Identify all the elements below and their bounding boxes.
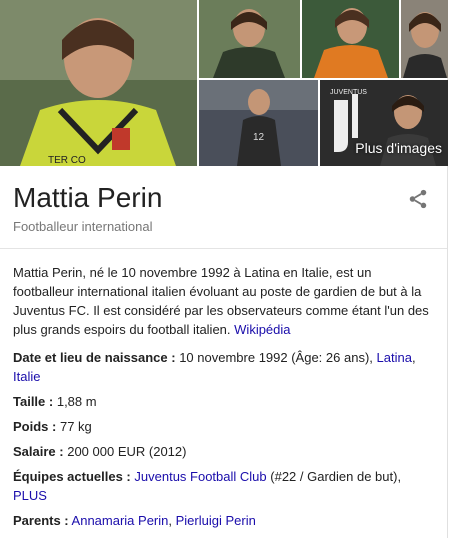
fact-parents: Parents : Annamaria Perin, Pierluigi Per…	[13, 511, 434, 530]
fact-parents-sep: ,	[168, 513, 172, 528]
fact-salary: Salaire : 200 000 EUR (2012)	[13, 442, 434, 461]
team-link[interactable]: Juventus Football Club	[134, 469, 266, 484]
fact-height-key: Taille :	[13, 394, 54, 409]
photo-4[interactable]	[401, 0, 448, 78]
wikipedia-link[interactable]: Wikipédia	[234, 322, 290, 337]
fact-weight-key: Poids :	[13, 419, 57, 434]
description-text: Mattia Perin, né le 10 novembre 1992 à L…	[13, 265, 429, 337]
parent-link-1[interactable]: Annamaria Perin	[72, 513, 169, 528]
entity-title: Mattia Perin	[13, 182, 163, 213]
parent-link-2[interactable]: Pierluigi Perin	[176, 513, 256, 528]
more-images-button[interactable]: Plus d'images	[355, 140, 442, 156]
svg-text:JUVENTUS: JUVENTUS	[330, 89, 367, 96]
main-photo[interactable]: TER CO	[0, 0, 197, 166]
fact-height: Taille : 1,88 m	[13, 392, 434, 411]
teams-more-link[interactable]: PLUS	[13, 488, 47, 503]
fact-teams: Équipes actuelles : Juventus Football Cl…	[13, 467, 434, 505]
photo-5[interactable]: 12	[199, 80, 318, 166]
fact-parents-key: Parents :	[13, 513, 69, 528]
photo-6[interactable]: JUVENTUS Plus d'images	[320, 80, 448, 166]
fact-height-value: 1,88 m	[56, 394, 97, 409]
photo-2[interactable]	[199, 0, 300, 78]
svg-text:TER CO: TER CO	[48, 155, 86, 166]
entity-subtitle: Footballeur international	[13, 219, 153, 234]
image-grid: TER CO 12 JUVENTUS Plus d'images	[0, 0, 448, 166]
panel-body: Mattia Perin, né le 10 novembre 1992 à L…	[0, 249, 447, 530]
panel-header: Mattia Perin Footballeur international	[0, 166, 447, 249]
share-icon[interactable]	[407, 188, 429, 210]
birthplace-country-link[interactable]: Italie	[13, 369, 40, 384]
fact-teams-key: Équipes actuelles :	[13, 469, 131, 484]
fact-weight-value: 77 kg	[59, 419, 92, 434]
knowledge-panel: TER CO 12 JUVENTUS Plus d'images Mattia …	[0, 0, 448, 538]
fact-birth-value: 10 novembre 1992 (Âge: 26 ans),	[179, 350, 373, 365]
fact-teams-value: (#22 / Gardien de but),	[270, 469, 402, 484]
birthplace-city-link[interactable]: Latina	[377, 350, 412, 365]
fact-salary-value: 200 000 EUR (2012)	[67, 444, 187, 459]
fact-birth: Date et lieu de naissance : 10 novembre …	[13, 348, 434, 386]
fact-birth-sep: ,	[411, 350, 416, 365]
svg-text:12: 12	[253, 132, 265, 143]
fact-weight: Poids : 77 kg	[13, 417, 434, 436]
photo-3[interactable]	[302, 0, 399, 78]
fact-birth-key: Date et lieu de naissance :	[13, 350, 176, 365]
description: Mattia Perin, né le 10 novembre 1992 à L…	[13, 263, 434, 339]
fact-salary-key: Salaire :	[13, 444, 64, 459]
